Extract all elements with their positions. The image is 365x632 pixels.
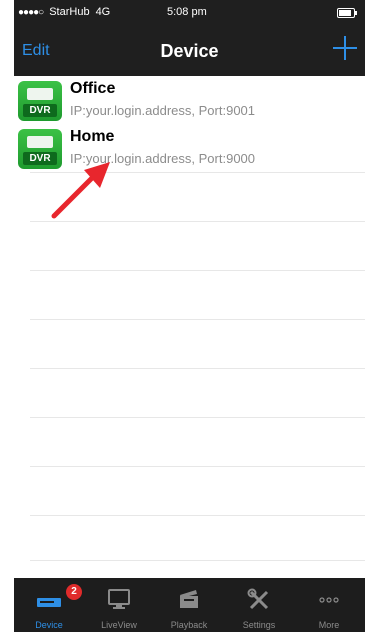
list-separator (30, 417, 365, 418)
top-bar: ●●●●○ StarHub 4G 5:08 pm Edit Device (14, 0, 365, 76)
dvr-icon: DVR (18, 81, 62, 121)
battery-icon (337, 8, 357, 18)
add-device-button[interactable] (333, 36, 357, 60)
page-title: Device (160, 41, 219, 61)
device-list: DVR Office IP:your.login.address, Port:9… (14, 76, 365, 172)
more-dots-icon (319, 597, 339, 603)
tab-label: Device (35, 620, 63, 630)
dvr-icon-label: DVR (23, 104, 57, 117)
device-row-office[interactable]: DVR Office IP:your.login.address, Port:9… (14, 76, 365, 124)
list-separator (30, 221, 365, 222)
device-screen: ●●●●○ StarHub 4G 5:08 pm Edit Device DVR… (14, 0, 365, 632)
status-bar: ●●●●○ StarHub 4G 5:08 pm (14, 0, 365, 24)
signal-strength-icon: ●●●●○ (18, 6, 44, 18)
status-time: 5:08 pm (167, 6, 207, 18)
list-separator (30, 466, 365, 467)
device-address: IP:your.login.address, Port:9001 (70, 103, 256, 118)
tab-device[interactable]: 2 Device (14, 578, 84, 632)
device-name: Home (70, 128, 115, 145)
tab-bar: 2 Device LiveView Playback Settings More (14, 578, 365, 632)
tab-label: LiveView (101, 620, 137, 630)
device-dvr-icon (37, 598, 61, 607)
device-name: Office (70, 80, 116, 97)
tab-settings[interactable]: Settings (224, 578, 294, 632)
notification-badge: 2 (66, 584, 82, 600)
carrier-label: StarHub (49, 6, 90, 18)
tab-playback[interactable]: Playback (154, 578, 224, 632)
list-separator (30, 319, 365, 320)
tools-icon (247, 588, 269, 610)
list-separator (30, 270, 365, 271)
tab-more[interactable]: More (294, 578, 364, 632)
tab-label: Settings (242, 620, 276, 630)
navigation-bar: Edit Device (14, 28, 365, 76)
list-separator (30, 368, 365, 369)
annotation-arrow-icon (51, 162, 110, 219)
network-type: 4G (95, 6, 111, 18)
tab-label: Playback (170, 620, 208, 630)
tab-label: More (318, 620, 340, 630)
playback-clapper-icon (180, 590, 198, 608)
tab-liveview[interactable]: LiveView (84, 578, 154, 632)
list-separator (30, 560, 365, 561)
monitor-icon (108, 589, 130, 609)
list-separator (30, 515, 365, 516)
